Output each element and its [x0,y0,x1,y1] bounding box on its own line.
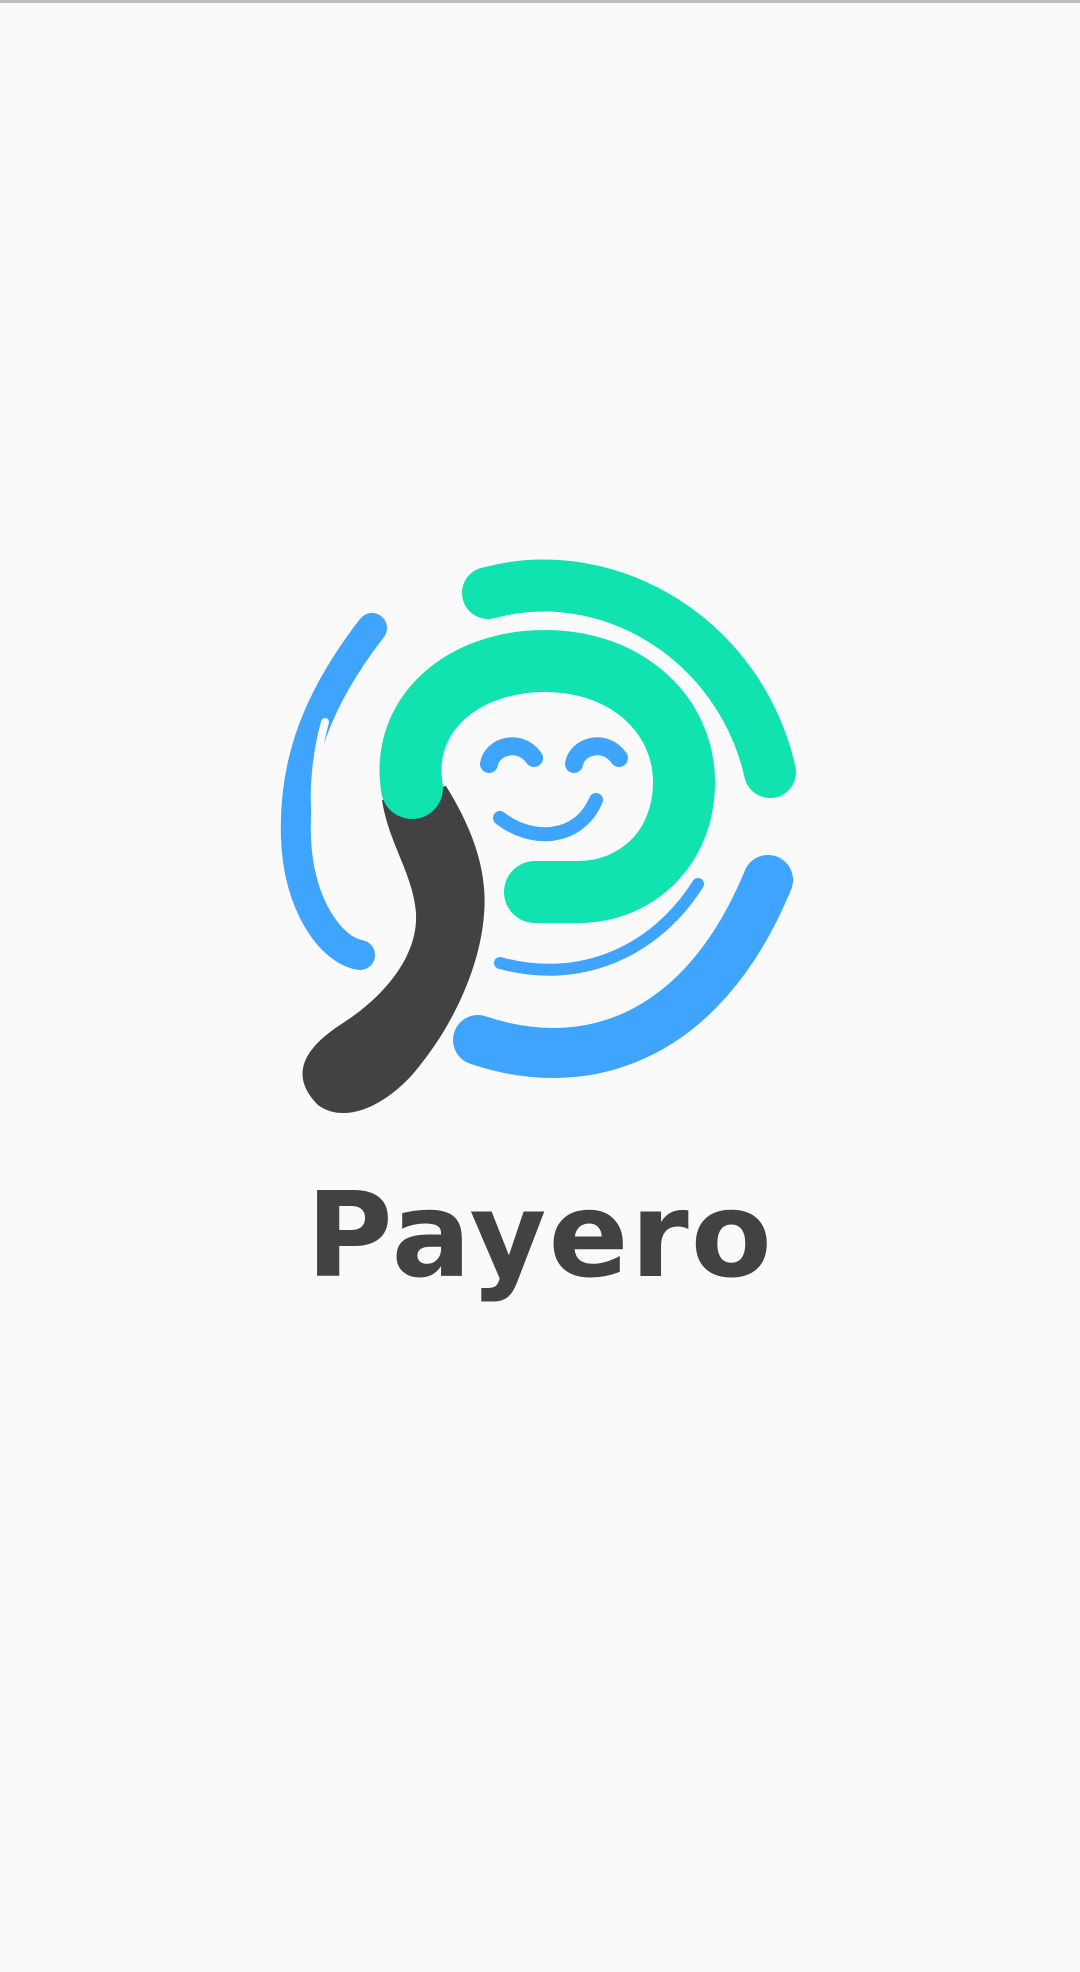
app-name: Payero [306,1166,774,1304]
logo-right-eye [565,737,628,773]
splash-screen: Payero [0,0,1080,1972]
app-logo-icon [280,559,796,1114]
logo-blue-left-arc [280,613,387,970]
logo-smile [493,793,603,842]
logo-left-eye [480,737,543,773]
logo-blue-left-thin [310,718,334,884]
